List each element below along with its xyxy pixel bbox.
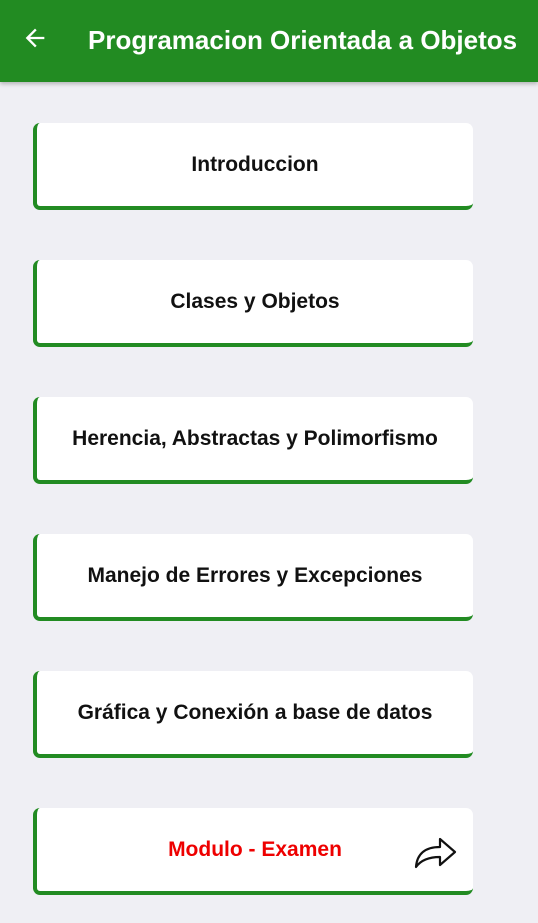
page-title: Programacion Orientada a Objetos [88,25,518,55]
app-bar: Programacion Orientada a Objetos [0,0,538,82]
menu-item-label: Herencia, Abstractas y Polimorfismo [72,426,438,450]
menu-item-label: Gráfica y Conexión a base de datos [77,700,433,724]
menu-item-label: Modulo - Examen [168,837,342,861]
menu-item-introduccion[interactable]: Introduccion [33,123,473,210]
menu-item-label: Clases y Objetos [170,289,340,313]
arrow-left-icon [25,28,45,48]
menu-item-clases-y-objetos[interactable]: Clases y Objetos [33,260,473,347]
menu-item-grafica-conexion[interactable]: Gráfica y Conexión a base de datos [33,671,473,758]
menu-item-manejo-errores[interactable]: Manejo de Errores y Excepciones [33,534,473,621]
back-button[interactable] [16,19,54,57]
menu-item-modulo-examen[interactable]: Modulo - Examen [33,808,473,895]
module-menu: Introduccion Clases y Objetos Herencia, … [33,123,473,895]
menu-item-label: Introduccion [191,152,319,176]
menu-item-herencia[interactable]: Herencia, Abstractas y Polimorfismo [33,397,473,484]
menu-item-label: Manejo de Errores y Excepciones [87,563,423,587]
share-forward-icon [414,837,457,869]
